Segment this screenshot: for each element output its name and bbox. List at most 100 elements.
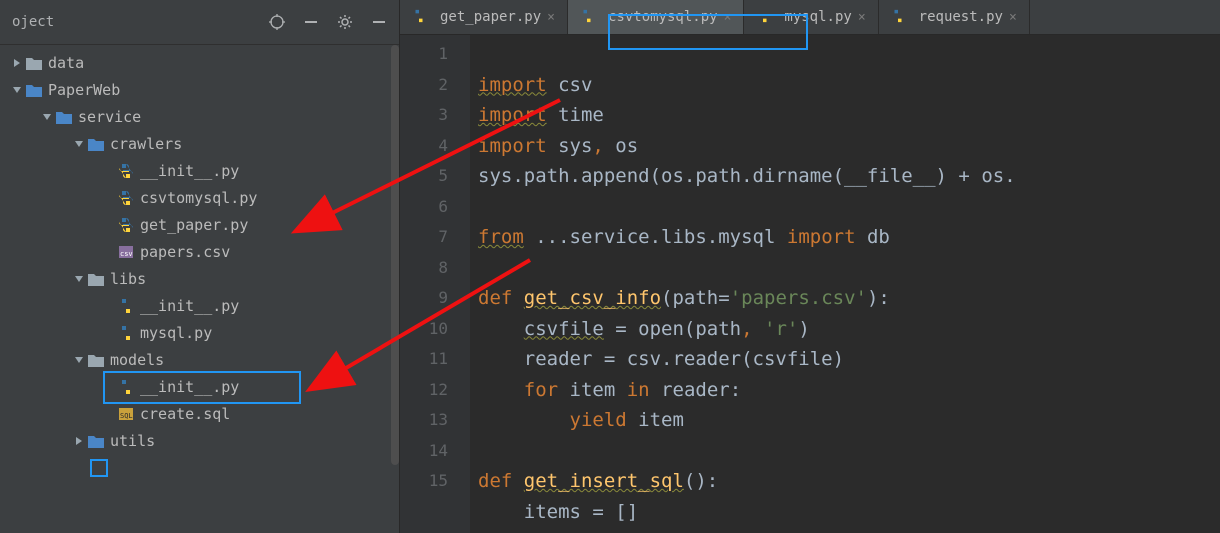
tree-item-libs[interactable]: libs <box>0 265 399 292</box>
project-tool-window: oject <box>0 0 400 533</box>
tree-label: mysql.py <box>140 324 212 342</box>
code-token: ) <box>798 318 809 340</box>
code-token: items = [] <box>524 501 638 523</box>
tree-item-init2[interactable]: __init__.py <box>0 292 399 319</box>
tree-item-models[interactable]: models <box>0 346 399 373</box>
line-number: 11 <box>400 344 470 375</box>
hide-icon[interactable] <box>371 14 387 30</box>
tree-item-csvtomysql[interactable]: csvtomysql.py <box>0 184 399 211</box>
folder-icon <box>56 109 72 125</box>
locate-icon[interactable] <box>269 14 285 30</box>
python-file-icon <box>118 379 134 395</box>
tab-label: csvtomysql.py <box>608 9 718 25</box>
line-number: 13 <box>400 405 470 436</box>
folder-icon <box>88 433 104 449</box>
code-token: csv <box>547 74 593 96</box>
tree-label: create.sql <box>140 405 230 423</box>
tree-item-createsql[interactable]: SQL create.sql <box>0 400 399 427</box>
code-token: in <box>627 379 661 401</box>
code-token: ): <box>867 287 890 309</box>
project-title: oject <box>12 14 54 30</box>
tree-item-mysql[interactable]: mysql.py <box>0 319 399 346</box>
chevron-down-icon <box>40 110 54 124</box>
project-tree[interactable]: data PaperWeb service crawlers <box>0 45 399 533</box>
project-toolbar: oject <box>0 0 399 45</box>
tree-label: PaperWeb <box>48 81 120 99</box>
chevron-down-icon <box>72 137 86 151</box>
tab-get-paper[interactable]: get_paper.py × <box>400 0 568 34</box>
tree-label: papers.csv <box>140 243 230 261</box>
chevron-down-icon <box>72 272 86 286</box>
tree-item-getpaper[interactable]: get_paper.py <box>0 211 399 238</box>
tree-item-init1[interactable]: __init__.py <box>0 157 399 184</box>
tree-item-utils[interactable]: utils <box>0 427 399 454</box>
code-token: import <box>478 135 547 157</box>
code-token: reader: <box>661 379 741 401</box>
tab-label: mysql.py <box>784 9 851 25</box>
code-token <box>478 409 570 431</box>
tree-label: crawlers <box>110 135 182 153</box>
tree-item-init3[interactable]: __init__.py <box>0 373 399 400</box>
tree-label: csvtomysql.py <box>140 189 257 207</box>
collapse-all-icon[interactable] <box>303 14 319 30</box>
tree-item-paperscsv[interactable]: csv papers.csv <box>0 238 399 265</box>
tree-item-crawlers[interactable]: crawlers <box>0 130 399 157</box>
close-icon[interactable]: × <box>724 10 732 25</box>
close-icon[interactable]: × <box>858 10 866 25</box>
python-file-icon <box>118 217 134 233</box>
tab-csvtomysql[interactable]: csvtomysql.py × <box>568 0 744 34</box>
close-icon[interactable]: × <box>1009 10 1017 25</box>
line-number: 1 <box>400 39 470 70</box>
code-token: 'r' <box>764 318 798 340</box>
code-token: (path= <box>661 287 730 309</box>
folder-icon <box>26 82 42 98</box>
csv-file-icon: csv <box>118 244 134 260</box>
tree-label: service <box>78 108 141 126</box>
sql-file-icon: SQL <box>118 406 134 422</box>
python-file-icon <box>118 190 134 206</box>
tab-label: get_paper.py <box>440 9 541 25</box>
close-icon[interactable]: × <box>547 10 555 25</box>
tree-label: __init__.py <box>140 378 239 396</box>
code-token <box>478 501 524 523</box>
tree-item-service[interactable]: service <box>0 103 399 130</box>
code-token: import <box>478 74 547 96</box>
code-token: get_insert_sql <box>524 470 684 492</box>
tab-mysql[interactable]: mysql.py × <box>744 0 878 34</box>
line-number: 3 <box>400 100 470 131</box>
line-number: 8 <box>400 253 470 284</box>
code-token: def <box>478 470 524 492</box>
line-number: 14 <box>400 436 470 467</box>
chevron-down-icon <box>72 353 86 367</box>
tab-request[interactable]: request.py × <box>879 0 1030 34</box>
code-token: yield <box>570 409 639 431</box>
gear-icon[interactable] <box>337 14 353 30</box>
code-token: item <box>570 379 627 401</box>
tree-label: get_paper.py <box>140 216 248 234</box>
chevron-down-icon <box>10 83 24 97</box>
code-token: , <box>592 135 615 157</box>
svg-text:csv: csv <box>120 250 133 258</box>
scrollbar-thumb[interactable] <box>391 45 399 465</box>
code-token: get_csv_info <box>524 287 661 309</box>
svg-text:SQL: SQL <box>120 412 133 420</box>
tree-item-paperweb[interactable]: PaperWeb <box>0 76 399 103</box>
python-file-icon <box>756 9 772 25</box>
line-number: 12 <box>400 375 470 406</box>
tree-item-data[interactable]: data <box>0 49 399 76</box>
line-number: 6 <box>400 192 470 223</box>
code-token: from <box>478 226 524 248</box>
code-editor[interactable]: 1 2 3 4 5 6 7 8 9 10 11 12 13 14 15 impo… <box>400 35 1220 533</box>
python-file-icon <box>118 325 134 341</box>
python-file-icon <box>118 163 134 179</box>
folder-icon <box>88 271 104 287</box>
tab-label: request.py <box>919 9 1003 25</box>
tree-label: __init__.py <box>140 162 239 180</box>
code-token: csvfile <box>524 318 604 340</box>
code-token <box>478 318 524 340</box>
python-file-icon <box>891 9 907 25</box>
folder-icon <box>88 352 104 368</box>
code-token: for <box>524 379 570 401</box>
code-content[interactable]: import csv import time import sys, os sy… <box>470 35 1220 533</box>
line-number: 7 <box>400 222 470 253</box>
